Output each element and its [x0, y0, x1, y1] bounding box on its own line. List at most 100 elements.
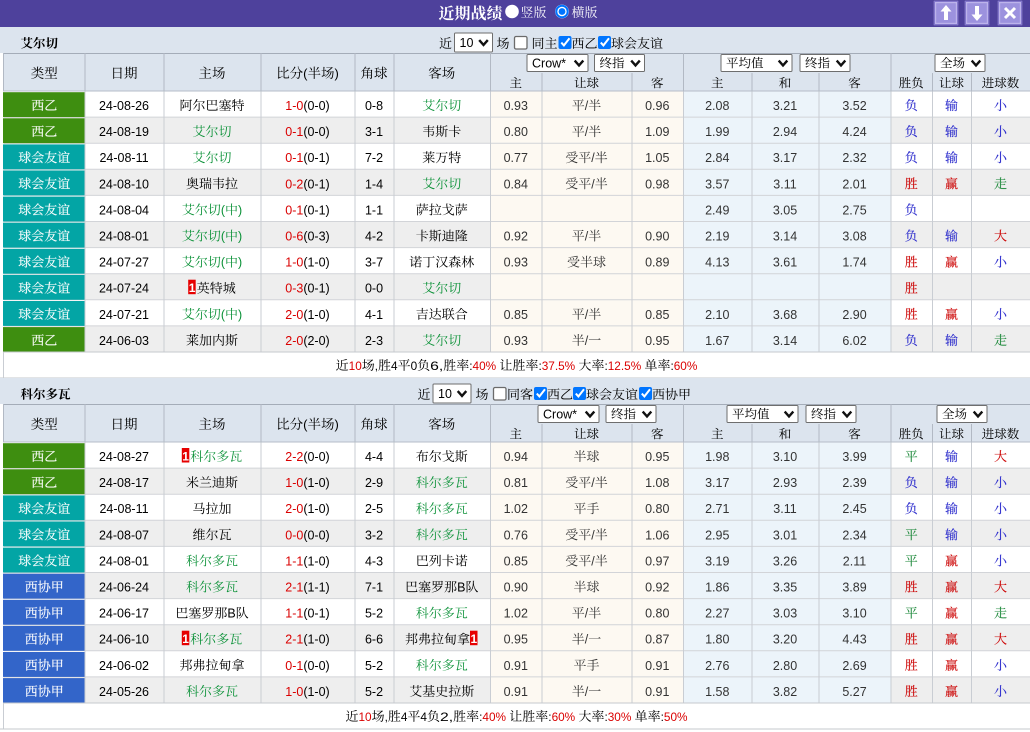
svg-text:2-3: 2-3: [365, 334, 383, 348]
svg-text:4.13: 4.13: [705, 256, 729, 270]
svg-text:(1-0): (1-0): [303, 685, 329, 699]
svg-text:24-06-02: 24-06-02: [99, 659, 149, 673]
svg-text:B: B: [227, 607, 235, 621]
svg-text:1.09: 1.09: [645, 125, 669, 139]
svg-text:0.87: 0.87: [645, 633, 669, 647]
svg-text:3.21: 3.21: [773, 99, 797, 113]
svg-text:(1-1): (1-1): [303, 581, 329, 595]
svg-text:1.99: 1.99: [705, 125, 729, 139]
svg-text:(0-0): (0-0): [303, 659, 329, 673]
svg-text:2.45: 2.45: [842, 502, 866, 516]
svg-text:3.17: 3.17: [773, 151, 797, 165]
svg-text:(0-0): (0-0): [303, 125, 329, 139]
svg-text:1.05: 1.05: [645, 151, 669, 165]
svg-text:): ): [238, 256, 242, 270]
svg-text:0-0: 0-0: [365, 282, 383, 296]
svg-text:/: /: [591, 528, 595, 542]
svg-text:3.11: 3.11: [773, 177, 796, 191]
svg-text:(1-0): (1-0): [303, 554, 329, 568]
svg-text:(0-1): (0-1): [303, 282, 329, 296]
svg-text:3.68: 3.68: [773, 308, 797, 322]
svg-text:3.05: 3.05: [773, 203, 797, 217]
svg-text:10: 10: [460, 36, 474, 50]
svg-text:3.82: 3.82: [773, 685, 797, 699]
svg-text:3.11: 3.11: [773, 502, 796, 516]
svg-text:2.76: 2.76: [705, 659, 729, 673]
svg-text:3.08: 3.08: [842, 230, 866, 244]
svg-text:24-06-17: 24-06-17: [99, 607, 149, 621]
svg-text:12.5%: 12.5%: [608, 359, 642, 373]
svg-text:): ): [238, 230, 242, 244]
svg-text:1.06: 1.06: [645, 528, 669, 542]
svg-text:/: /: [585, 125, 589, 139]
svg-text:3.14: 3.14: [773, 230, 797, 244]
svg-text:1-0: 1-0: [285, 256, 303, 270]
svg-text:2-0: 2-0: [285, 502, 303, 516]
svg-text:0.93: 0.93: [504, 99, 528, 113]
svg-text:24-08-04: 24-08-04: [99, 203, 149, 217]
svg-text:1-0: 1-0: [285, 476, 303, 490]
svg-text:3.52: 3.52: [842, 99, 866, 113]
svg-text:4: 4: [420, 710, 427, 724]
svg-text:24-08-26: 24-08-26: [99, 99, 149, 113]
svg-text:3-2: 3-2: [365, 528, 383, 542]
svg-text:0-0: 0-0: [285, 528, 303, 542]
svg-text:0-6: 0-6: [285, 230, 303, 244]
svg-text:24-08-11: 24-08-11: [99, 502, 148, 516]
svg-text:2.49: 2.49: [705, 203, 729, 217]
svg-text:/: /: [591, 476, 595, 490]
svg-text:0.98: 0.98: [645, 177, 669, 191]
svg-text:2-2: 2-2: [285, 450, 303, 464]
svg-text:1-4: 1-4: [365, 177, 383, 191]
svg-text:3-1: 3-1: [365, 125, 383, 139]
svg-text:6,: 6,: [430, 359, 443, 373]
svg-text:/: /: [591, 151, 595, 165]
svg-text:0.85: 0.85: [645, 308, 669, 322]
svg-text:24-06-10: 24-06-10: [99, 633, 149, 647]
svg-text:(0-1): (0-1): [303, 151, 329, 165]
svg-text:4-2: 4-2: [365, 230, 383, 244]
svg-text:1.02: 1.02: [504, 502, 528, 516]
svg-text:2.39: 2.39: [842, 476, 866, 490]
svg-text:1.08: 1.08: [645, 476, 669, 490]
svg-text:0.80: 0.80: [645, 607, 669, 621]
svg-text:,: ,: [385, 710, 388, 724]
svg-text:0-3: 0-3: [285, 282, 303, 296]
svg-text:2.95: 2.95: [705, 528, 729, 542]
svg-text:5-2: 5-2: [365, 685, 383, 699]
svg-text:/: /: [591, 177, 595, 191]
svg-text:3.61: 3.61: [773, 256, 797, 270]
svg-text:2-9: 2-9: [365, 476, 383, 490]
svg-text:0.77: 0.77: [504, 151, 528, 165]
svg-text:4: 4: [401, 710, 408, 724]
svg-text:3.14: 3.14: [773, 334, 797, 348]
svg-text:/: /: [585, 230, 589, 244]
svg-text:5-2: 5-2: [365, 607, 383, 621]
svg-text:10: 10: [358, 710, 372, 724]
svg-text:/: /: [585, 607, 589, 621]
svg-text:1-1: 1-1: [365, 203, 383, 217]
svg-text:0.85: 0.85: [504, 308, 528, 322]
svg-text:24-08-17: 24-08-17: [99, 476, 149, 490]
svg-text:1: 1: [470, 632, 477, 646]
svg-text:2-0: 2-0: [285, 334, 303, 348]
svg-text:1-1: 1-1: [285, 607, 303, 621]
svg-text:6-6: 6-6: [365, 633, 383, 647]
svg-text:3.19: 3.19: [705, 554, 729, 568]
svg-text:1.67: 1.67: [705, 334, 729, 348]
svg-text:24-08-19: 24-08-19: [99, 125, 149, 139]
svg-text:/: /: [585, 685, 589, 699]
svg-text:/: /: [585, 308, 589, 322]
svg-text:1.80: 1.80: [705, 633, 729, 647]
svg-text:): ): [238, 203, 242, 217]
svg-text:0.93: 0.93: [504, 334, 528, 348]
svg-text:(0-0): (0-0): [303, 528, 329, 542]
svg-text:2.11: 2.11: [843, 554, 866, 568]
svg-text:(0-1): (0-1): [303, 607, 329, 621]
svg-text:0.80: 0.80: [645, 502, 669, 516]
svg-text:1: 1: [189, 281, 196, 295]
svg-text:0.91: 0.91: [645, 685, 669, 699]
svg-text:,: ,: [375, 359, 378, 373]
svg-text:(1-0): (1-0): [303, 256, 329, 270]
svg-text:0.95: 0.95: [504, 633, 528, 647]
